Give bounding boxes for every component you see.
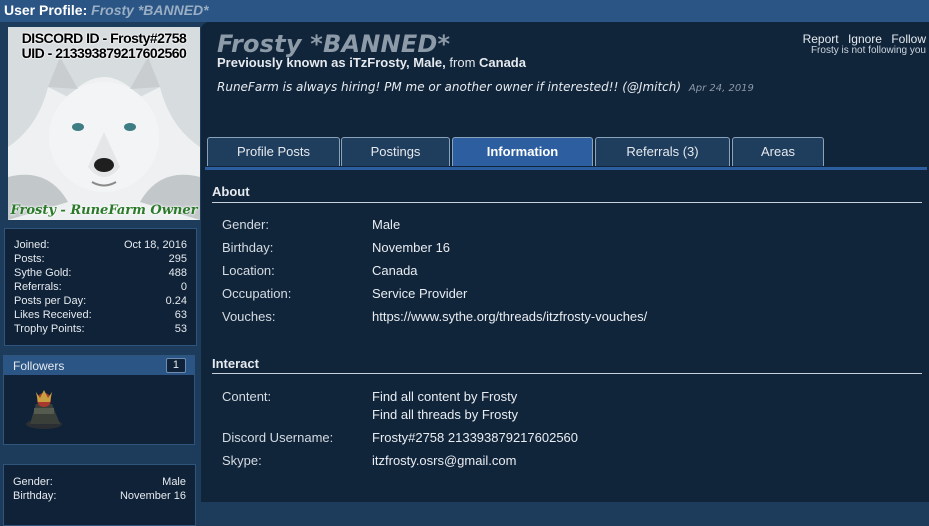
stat-value: 488 xyxy=(168,267,187,279)
stat-label: Posts per Day: xyxy=(14,295,87,307)
known-as-text: Previously known as iTzFrosty, Male, xyxy=(217,55,446,70)
about-label-birthday: Birthday: xyxy=(222,240,274,255)
ignore-link[interactable]: Ignore xyxy=(848,32,882,46)
interact-label-skype: Skype: xyxy=(222,453,262,468)
profile-sidebar: DISCORD ID - Frosty#2758 UID - 213393879… xyxy=(0,22,201,526)
profile-actions: Report Ignore Follow Frosty is not follo… xyxy=(797,32,926,56)
stat-row: Referrals: 0 xyxy=(5,280,196,294)
about-value-location[interactable]: Canada xyxy=(372,263,418,278)
stat-value: 63 xyxy=(174,309,187,321)
profile-main: Frosty *BANNED* Previously known as iTzF… xyxy=(201,22,929,502)
about-label-gender: Gender: xyxy=(222,217,269,232)
stat-row: Likes Received: 63 xyxy=(5,308,196,322)
stat-label: Likes Received: xyxy=(14,309,92,321)
stat-row: Posts: 295 xyxy=(5,252,196,266)
mini-info-label: Gender: xyxy=(13,476,53,488)
avatar-uid: UID - 213393879217602560 xyxy=(21,45,187,61)
interact-value-skype: itzfrosty.osrs@gmail.com xyxy=(372,453,517,468)
followers-title: Followers xyxy=(13,358,65,373)
tab-areas[interactable]: Areas xyxy=(732,137,824,166)
titlebar-username: Frosty *BANNED* xyxy=(91,2,209,18)
about-label-location: Location: xyxy=(222,263,275,278)
mini-info-box: Gender: Male Birthday: November 16 xyxy=(3,464,196,526)
follow-link[interactable]: Follow xyxy=(891,32,926,46)
mini-info-value: Male xyxy=(162,476,186,488)
followers-header[interactable]: Followers 1 xyxy=(4,356,194,375)
about-value-vouches: https://www.sythe.org/threads/itzfrosty-… xyxy=(372,309,648,324)
page-titlebar: User Profile: Frosty *BANNED* xyxy=(0,0,929,22)
stat-row: Sythe Gold: 488 xyxy=(5,266,196,280)
mini-info-row: Gender: Male xyxy=(4,475,195,489)
avatar-discord-id: DISCORD ID - Frosty#2758 xyxy=(21,30,187,46)
tab-underline xyxy=(205,167,927,170)
stat-value: 0 xyxy=(180,281,187,293)
profile-username: Frosty *BANNED* xyxy=(217,30,451,58)
interact-value-discord: Frosty#2758 213393879217602560 xyxy=(372,430,579,445)
status-date[interactable]: Apr 24, 2019 xyxy=(689,83,754,94)
interact-divider xyxy=(212,373,922,374)
tab-referrals[interactable]: Referrals (3) xyxy=(595,137,730,166)
stat-label: Joined: xyxy=(14,239,50,251)
find-all-content-link[interactable]: Find all content by Frosty xyxy=(372,389,517,404)
interact-label-content: Content: xyxy=(222,389,272,404)
report-link[interactable]: Report xyxy=(803,32,839,46)
mini-info-label: Birthday: xyxy=(13,490,57,502)
avatar[interactable]: DISCORD ID - Frosty#2758 UID - 213393879… xyxy=(8,27,200,220)
about-heading: About xyxy=(212,184,250,199)
stat-label: Sythe Gold: xyxy=(14,267,72,279)
profile-known-as: Previously known as iTzFrosty, Male, fro… xyxy=(217,55,526,70)
profile-status: RuneFarm is always hiring! PM me or anot… xyxy=(217,80,754,94)
stat-value: Oct 18, 2016 xyxy=(124,239,187,251)
follow-status-text: Frosty is not following you xyxy=(810,45,926,56)
about-value-gender: Male xyxy=(372,217,401,232)
followers-box: Followers 1 xyxy=(3,355,195,445)
stat-label: Posts: xyxy=(14,253,45,265)
find-all-threads-link[interactable]: Find all threads by Frosty xyxy=(372,407,518,422)
stat-row: Trophy Points: 53 xyxy=(5,322,196,336)
interact-heading: Interact xyxy=(212,356,259,371)
stat-value: 53 xyxy=(174,323,187,335)
stats-box: Joined: Oct 18, 2016 Posts: 295 Sythe Gold: 4… xyxy=(4,228,197,346)
status-text: RuneFarm is always hiring! PM me or anot… xyxy=(217,80,682,94)
stat-row: Joined: Oct 18, 2016 xyxy=(5,238,196,252)
about-label-vouches: Vouches: xyxy=(222,309,276,324)
tab-postings[interactable]: Postings xyxy=(341,137,450,166)
tab-profile-posts[interactable]: Profile Posts xyxy=(207,137,340,166)
about-value-occupation: Service Provider xyxy=(372,286,468,301)
known-location-link[interactable]: Canada xyxy=(479,55,526,70)
about-label-occupation: Occupation: xyxy=(222,286,292,301)
stat-value: 0.24 xyxy=(165,295,187,307)
follower-avatar[interactable] xyxy=(22,384,68,430)
stat-label: Referrals: xyxy=(14,281,62,293)
follower-character-icon xyxy=(26,390,62,429)
tab-information[interactable]: Information xyxy=(452,137,593,166)
known-from-text: from xyxy=(445,55,480,70)
mini-info-row: Birthday: November 16 xyxy=(4,489,195,503)
stat-label: Trophy Points: xyxy=(14,323,85,335)
about-divider xyxy=(212,202,922,203)
about-value-birthday: November 16 xyxy=(372,240,451,255)
interact-label-discord: Discord Username: xyxy=(222,430,334,445)
avatar-caption: Frosty - RuneFarm Owner xyxy=(10,203,198,218)
mini-info-value: November 16 xyxy=(119,490,186,502)
followers-count-badge: 1 xyxy=(165,358,186,373)
titlebar-label: User Profile: xyxy=(4,2,88,18)
stat-row: Posts per Day: 0.24 xyxy=(5,294,196,308)
stat-value: 295 xyxy=(168,253,187,265)
